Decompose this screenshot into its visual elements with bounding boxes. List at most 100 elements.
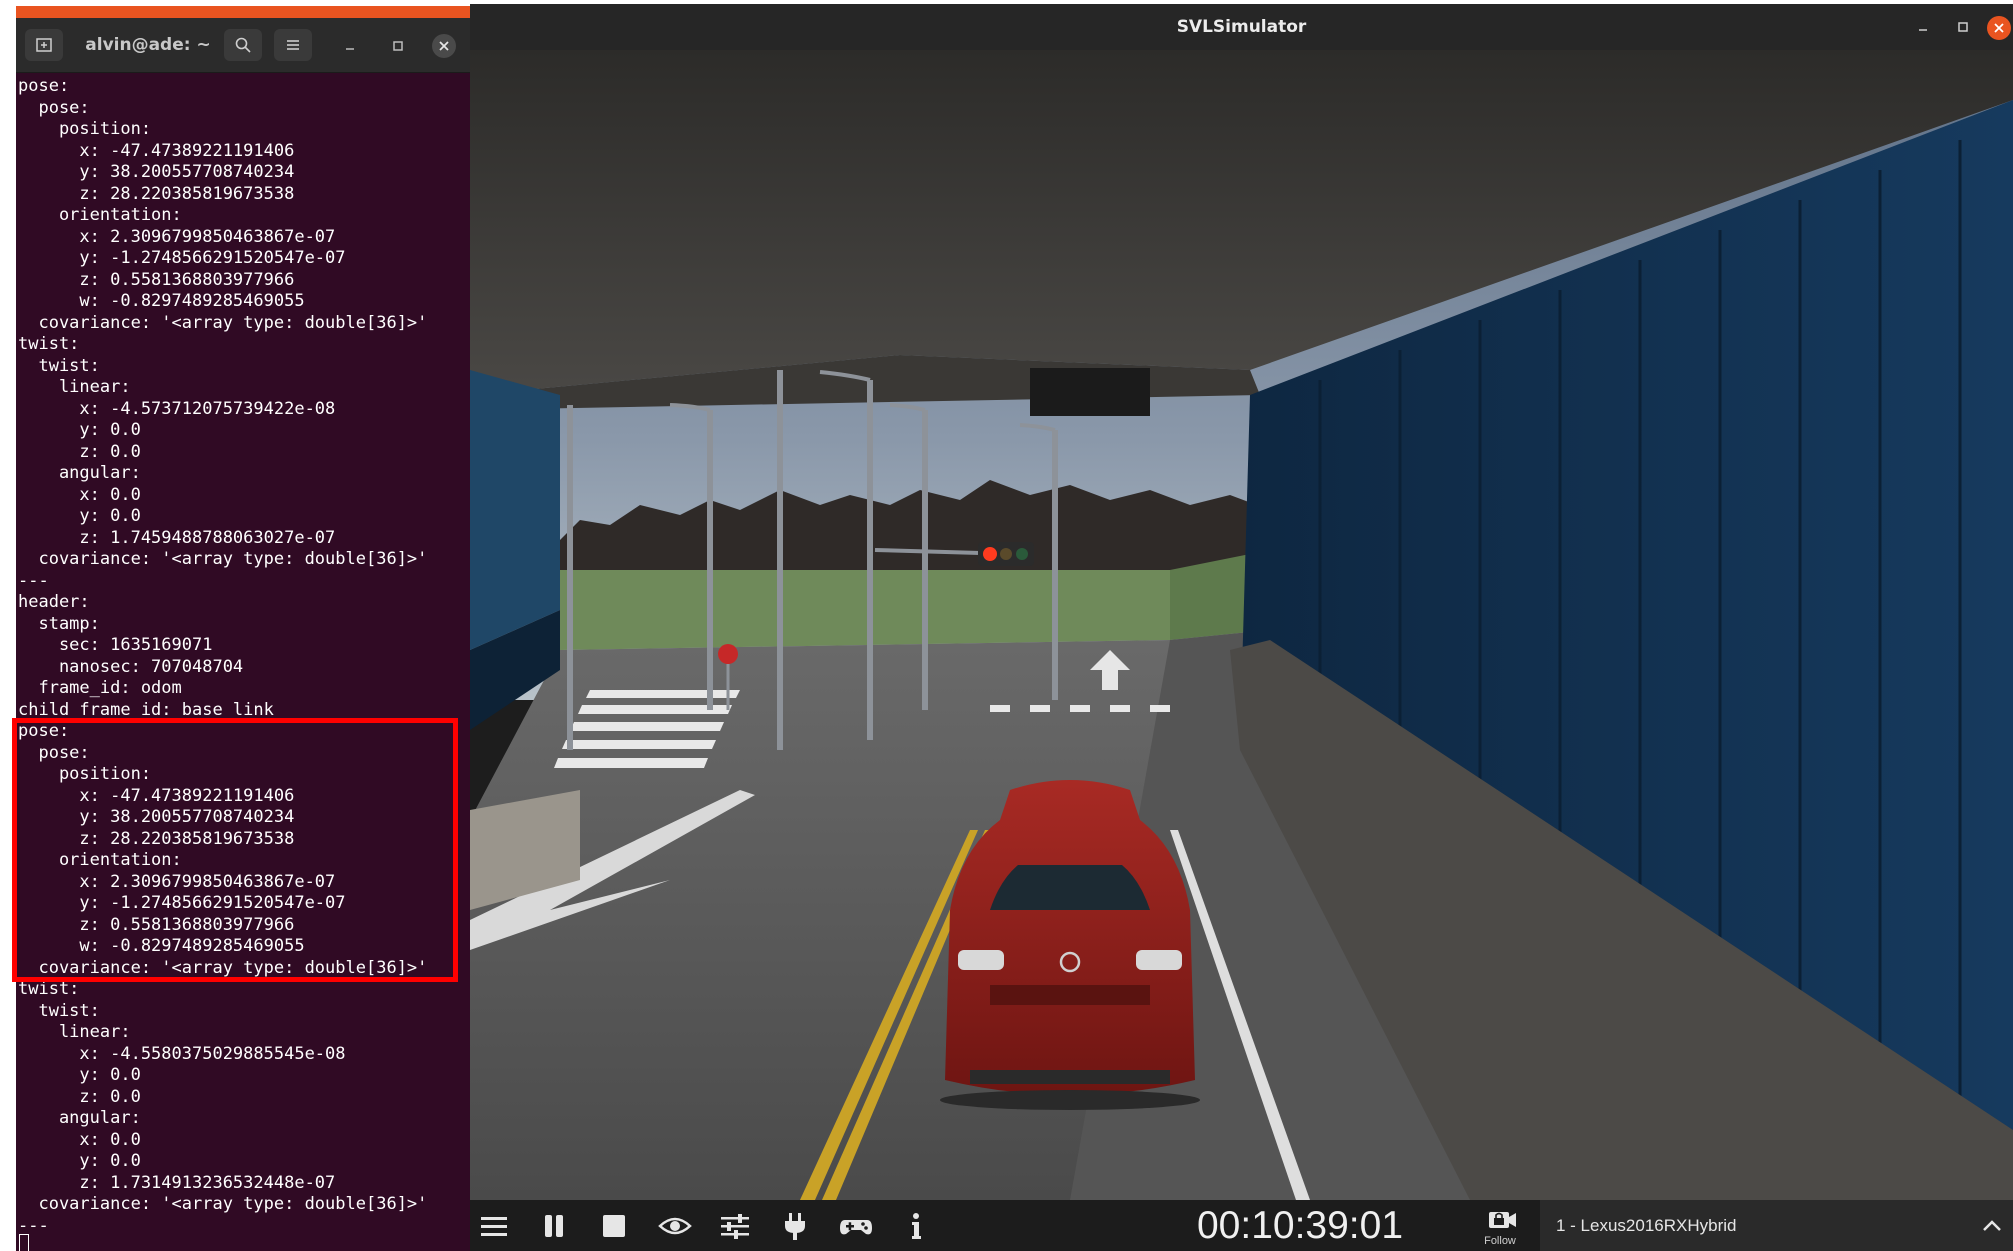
visibility-button[interactable] [655, 1208, 695, 1244]
plug-icon [785, 1213, 805, 1240]
terminal-cursor [19, 1234, 29, 1251]
search-button[interactable] [224, 29, 262, 61]
bridge-connection-button[interactable] [775, 1208, 815, 1244]
maximize-icon [1958, 22, 1968, 32]
terminal-line: position: [18, 119, 152, 139]
gamepad-icon [840, 1220, 872, 1235]
pause-button[interactable] [534, 1208, 574, 1244]
follow-camera-button[interactable]: Follow [1470, 1204, 1530, 1250]
simulator-window[interactable]: SVLSimulator 00:10:39:01 Follow 1 - Lexu… [470, 4, 2013, 1251]
simulator-titlebar[interactable]: SVLSimulator [470, 4, 2013, 51]
terminal-focus-accent [16, 6, 470, 18]
minimize-button[interactable] [339, 35, 361, 57]
terminal-line: pose: [18, 721, 70, 741]
terminal-line: covariance: '<array type: double[36]>' [18, 1194, 428, 1214]
terminal-line: stamp: [18, 613, 100, 634]
terminal-line: twist: [18, 1000, 100, 1021]
terminal-line: x: 0.0 [18, 1129, 141, 1150]
terminal-line: header: [18, 592, 90, 612]
chevron-up-icon [1980, 1214, 2004, 1238]
terminal-line: twist: [18, 355, 100, 376]
terminal-line: y: 38.200557708740234 [18, 807, 295, 827]
stop-button[interactable] [594, 1208, 634, 1244]
terminal-line: z: 0.0 [18, 441, 141, 462]
terminal-line: orientation: [18, 205, 182, 225]
visibility-icon [658, 1217, 692, 1235]
menu-icon [287, 40, 299, 50]
terminal-line: x: -4.573712075739422e-08 [18, 398, 336, 419]
terminal-line: w: -0.8297489285469055 [18, 936, 305, 956]
maximize-icon [393, 41, 403, 51]
settings-button[interactable] [715, 1208, 755, 1244]
terminal-line: sec: 1635169071 [18, 635, 213, 655]
terminal-output[interactable]: pose: pose: position: x: -47.47389221191… [18, 76, 470, 1237]
terminal-line: child_frame_id: base_link [18, 699, 274, 720]
hamburger-menu-button[interactable] [274, 29, 312, 61]
scene-render [470, 50, 2013, 1200]
info-icon [912, 1213, 921, 1239]
terminal-line: y: 0.0 [18, 1151, 141, 1171]
simulation-viewport[interactable] [470, 50, 2013, 1200]
terminal-line: pose: [18, 97, 90, 118]
vehicle-name: 1 - Lexus2016RXHybrid [1556, 1216, 1737, 1235]
terminal-line: z: 1.7459488788063027e-07 [18, 527, 336, 548]
follow-label: Follow [1484, 1235, 1516, 1247]
terminal-line: pose: [18, 76, 70, 96]
terminal-line: linear: [18, 377, 131, 397]
minimize-icon [346, 48, 354, 50]
terminal-line: z: 28.220385819673538 [18, 828, 295, 849]
terminal-line: x: 0.0 [18, 484, 141, 505]
simulator-title: SVLSimulator [1176, 17, 1307, 37]
terminal-titlebar[interactable]: alvin@ade: ~ [16, 18, 470, 73]
controls-button[interactable] [836, 1208, 876, 1244]
terminal-line: y: 38.200557708740234 [18, 162, 295, 182]
close-button[interactable] [1987, 16, 2011, 40]
terminal-line: linear: [18, 1022, 131, 1042]
terminal-title: alvin@ade: ~ [85, 35, 211, 55]
terminal-line: frame_id: odom [18, 678, 182, 698]
new-tab-icon [36, 38, 52, 52]
terminal-line: z: 1.7314913236532448e-07 [18, 1172, 336, 1193]
menu-button[interactable] [474, 1208, 514, 1244]
terminal-line: position: [18, 764, 152, 784]
terminal-line: y: 0.0 [18, 420, 141, 440]
close-icon [1994, 23, 2004, 33]
terminal-line: w: -0.8297489285469055 [18, 291, 305, 311]
terminal-line: y: -1.2748566291520547e-07 [18, 893, 346, 913]
search-icon [235, 37, 251, 53]
minimize-button[interactable] [1912, 16, 1934, 38]
terminal-line: covariance: '<array type: double[36]>' [18, 957, 428, 978]
terminal-line: z: 0.5581368803977966 [18, 269, 295, 290]
terminal-line: z: 28.220385819673538 [18, 183, 295, 204]
terminal-line: x: 2.3096799850463867e-07 [18, 871, 336, 892]
terminal-line: nanosec: 707048704 [18, 656, 244, 677]
simulator-toolbar: 00:10:39:01 Follow 1 - Lexus2016RXHybrid [470, 1200, 2013, 1251]
close-button[interactable] [432, 34, 456, 58]
terminal-line: pose: [18, 742, 90, 763]
terminal-window[interactable]: alvin@ade: ~ pose: pose: position: x: -4… [16, 6, 470, 1251]
simulation-time: 00:10:39:01 [1196, 1204, 1404, 1247]
terminal-line: angular: [18, 1108, 141, 1128]
close-icon [439, 41, 449, 51]
pause-icon [545, 1215, 563, 1237]
terminal-line: covariance: '<array type: double[36]>' [18, 549, 428, 569]
terminal-line: covariance: '<array type: double[36]>' [18, 312, 428, 333]
terminal-line: twist: [18, 979, 80, 999]
maximize-button[interactable] [1952, 16, 1974, 38]
maximize-button[interactable] [387, 35, 409, 57]
terminal-line: z: 0.5581368803977966 [18, 914, 295, 935]
new-tab-button[interactable] [25, 29, 63, 61]
terminal-line: angular: [18, 463, 141, 483]
terminal-line: x: 2.3096799850463867e-07 [18, 226, 336, 247]
stop-icon [603, 1215, 625, 1237]
terminal-line: x: -4.5580375029885545e-08 [18, 1043, 346, 1064]
terminal-line: x: -47.47389221191406 [18, 785, 295, 806]
vehicle-selector[interactable]: 1 - Lexus2016RXHybrid [1540, 1200, 2013, 1251]
terminal-line: --- [18, 570, 49, 591]
info-button[interactable] [896, 1208, 936, 1244]
terminal-line: --- [18, 1215, 49, 1236]
minimize-icon [1919, 29, 1927, 31]
menu-icon [481, 1217, 507, 1236]
terminal-line: twist: [18, 334, 80, 354]
camera-lock-icon [1489, 1212, 1516, 1228]
